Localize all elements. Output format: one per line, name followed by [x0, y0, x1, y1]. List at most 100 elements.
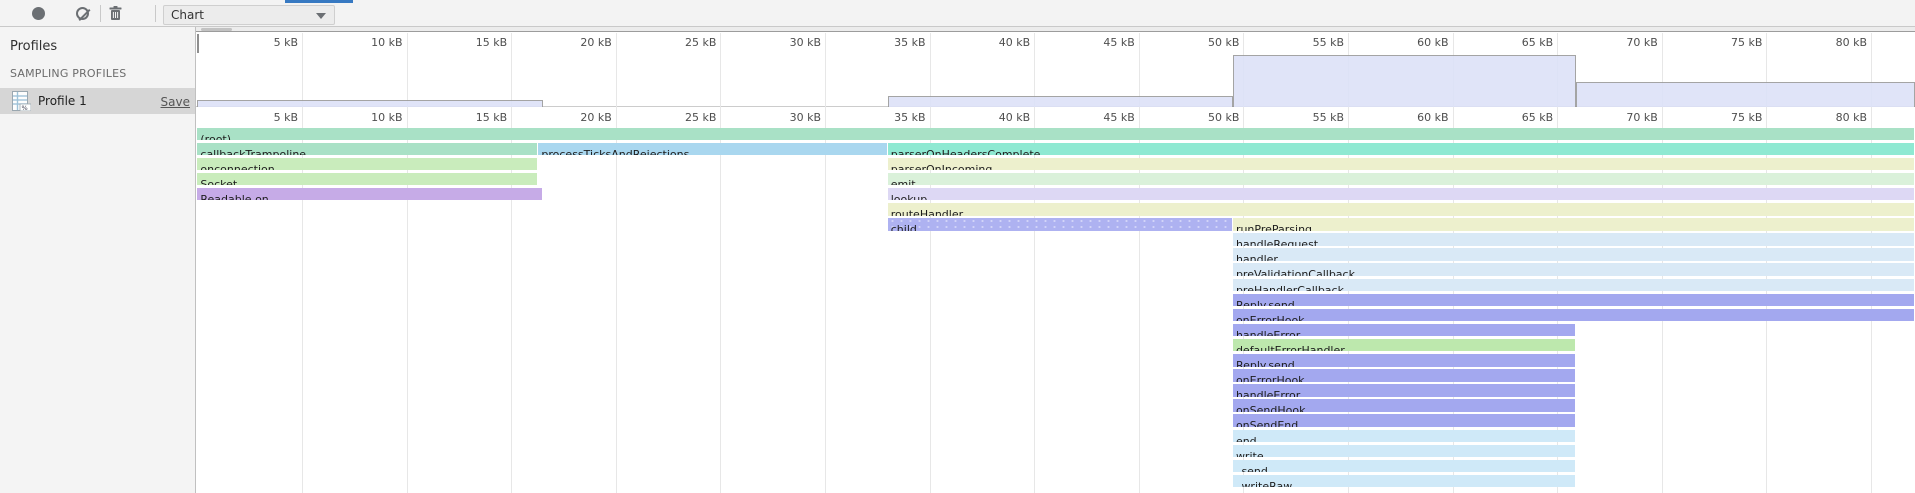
flame-band[interactable]: preHandlerCallback	[1233, 279, 1914, 292]
overview-ruler-label: 20 kB	[560, 36, 612, 49]
view-mode-value: Chart	[171, 8, 204, 22]
flame-ruler-label: 45 kB	[1083, 111, 1135, 124]
flame-band-label: handleError	[1233, 330, 1300, 337]
view-mode-select[interactable]: Chart	[163, 5, 335, 25]
flame-ruler-label: 75 kB	[1710, 111, 1762, 124]
memory-profiler-panel: Chart Profiles SAMPLING PROFILES % Profi…	[0, 0, 1915, 493]
flame-band-label: emit	[888, 179, 916, 186]
flame-band[interactable]: emit	[888, 173, 1914, 186]
overview-ruler-label: 15 kB	[455, 36, 507, 49]
flame-band-label: (root)	[197, 134, 231, 141]
flame-ruler-label: 5 kB	[246, 111, 298, 124]
overview-area-segment[interactable]	[1576, 82, 1915, 107]
flame-band[interactable]: end	[1233, 430, 1575, 443]
flame-band-label: onErrorHook	[1233, 375, 1305, 382]
flame-band[interactable]: Reply.send	[1233, 294, 1914, 307]
flame-band-label: processTicksAndRejections	[538, 149, 689, 156]
flame-band[interactable]: onconnection	[197, 158, 537, 171]
flame-band-label: parserOnHeadersComplete	[888, 149, 1041, 156]
flame-band[interactable]: preValidationCallback	[1233, 263, 1914, 276]
flame-band[interactable]: Socket	[197, 173, 537, 186]
flame-band[interactable]: handler	[1233, 248, 1914, 261]
overview-ruler-label: 65 kB	[1501, 36, 1553, 49]
flame-band[interactable]: callbackTrampoline	[197, 143, 537, 156]
flame-band-label: end	[1233, 436, 1257, 443]
clear-all-profiles-button[interactable]	[74, 0, 91, 27]
flame-gridline	[616, 107, 617, 493]
flame-band[interactable]: write_	[1233, 445, 1575, 458]
overview-vertical-scrollbar[interactable]	[197, 34, 199, 53]
flame-band[interactable]: runPreParsing	[1233, 218, 1914, 231]
flame-band-label: defaultErrorHandler	[1233, 345, 1345, 352]
flame-band-label: onErrorHook	[1233, 315, 1305, 322]
flame-band[interactable]: onErrorHook	[1233, 309, 1914, 322]
flame-band-label: onSendHook	[1233, 405, 1306, 412]
flame-band-label: callbackTrampoline	[197, 149, 306, 156]
flame-band-label: routeHandler	[888, 209, 963, 216]
flame-ruler-label: 25 kB	[664, 111, 716, 124]
flame-band-label: _writeRaw	[1233, 481, 1292, 488]
overview-area-segment[interactable]	[197, 100, 542, 108]
overview-ruler-label: 75 kB	[1710, 36, 1762, 49]
flame-band[interactable]: onErrorHook	[1233, 369, 1575, 382]
flame-band[interactable]: handleError	[1233, 324, 1575, 337]
flame-ruler-label: 50 kB	[1187, 111, 1239, 124]
flame-band[interactable]: routeHandler	[888, 203, 1914, 216]
flame-band-label: Socket	[197, 179, 237, 186]
sampling-profile-icon: %	[12, 91, 31, 111]
allocation-flame-chart: 5 kB10 kB15 kB20 kB25 kB30 kB35 kB40 kB4…	[196, 107, 1915, 493]
flame-band[interactable]: defaultErrorHandler	[1233, 339, 1575, 352]
scrollbar-thumb[interactable]	[201, 28, 232, 31]
active-tab-indicator	[285, 0, 353, 3]
flame-ruler-label: 30 kB	[769, 111, 821, 124]
flame-band[interactable]: _writeRaw	[1233, 475, 1575, 488]
flame-band-label: onconnection	[197, 164, 274, 171]
overview-area-segment[interactable]	[1233, 55, 1576, 107]
flame-ruler-label: 40 kB	[978, 111, 1030, 124]
flame-band[interactable]: parserOnHeadersComplete	[888, 143, 1914, 156]
overview-ruler-label: 70 kB	[1606, 36, 1658, 49]
svg-text:%: %	[22, 104, 28, 111]
overview-gridline	[825, 33, 826, 107]
flame-band[interactable]: onSendHook	[1233, 399, 1575, 412]
flame-band-label: preValidationCallback	[1233, 269, 1355, 276]
overview-ruler-label: 35 kB	[874, 36, 926, 49]
overview-ruler-label: 25 kB	[664, 36, 716, 49]
overview-gridline	[407, 33, 408, 107]
flame-ruler-label: 35 kB	[874, 111, 926, 124]
flame-band[interactable]: (root)	[197, 128, 1914, 141]
flame-ruler-label: 10 kB	[351, 111, 403, 124]
flame-band[interactable]: processTicksAndRejections	[538, 143, 886, 156]
flame-band[interactable]: Reply.send	[1233, 354, 1575, 367]
allocation-overview[interactable]: 5 kB10 kB15 kB20 kB25 kB30 kB35 kB40 kB4…	[196, 33, 1915, 107]
profile-list-item[interactable]: % Profile 1 Save	[0, 88, 195, 114]
flame-band-label: onSendEnd	[1233, 420, 1298, 427]
overview-gridline	[511, 33, 512, 107]
overview-gridline	[302, 33, 303, 107]
overview-ruler-label: 5 kB	[246, 36, 298, 49]
flame-ruler-label: 70 kB	[1606, 111, 1658, 124]
flame-ruler-label: 60 kB	[1397, 111, 1449, 124]
flame-band[interactable]: Readable.on	[197, 188, 541, 201]
overview-area-segment[interactable]	[888, 96, 1233, 107]
delete-profile-button[interactable]	[106, 0, 124, 27]
flame-band[interactable]: parserOnIncoming	[888, 158, 1914, 171]
overview-ruler-label: 30 kB	[769, 36, 821, 49]
profile-name: Profile 1	[38, 94, 87, 108]
flame-band-label: parserOnIncoming	[888, 164, 993, 171]
flame-band[interactable]: _send	[1233, 460, 1575, 473]
flame-band[interactable]: handleError	[1233, 384, 1575, 397]
flame-ruler-label: 15 kB	[455, 111, 507, 124]
flame-band-label: _send	[1233, 466, 1268, 473]
flame-ruler-label: 80 kB	[1815, 111, 1867, 124]
save-profile-link[interactable]: Save	[161, 95, 190, 109]
flame-band[interactable]: child	[888, 218, 1232, 231]
flame-band[interactable]: lookup	[888, 188, 1914, 201]
clear-all-icon	[76, 7, 89, 20]
flame-band[interactable]: handleRequest	[1233, 233, 1914, 246]
overview-ruler-label: 10 kB	[351, 36, 403, 49]
toolbar-separator	[155, 5, 156, 22]
record-button[interactable]	[30, 0, 47, 27]
flame-band[interactable]: onSendEnd	[1233, 414, 1575, 427]
flame-band-label: Reply.send	[1233, 360, 1295, 367]
